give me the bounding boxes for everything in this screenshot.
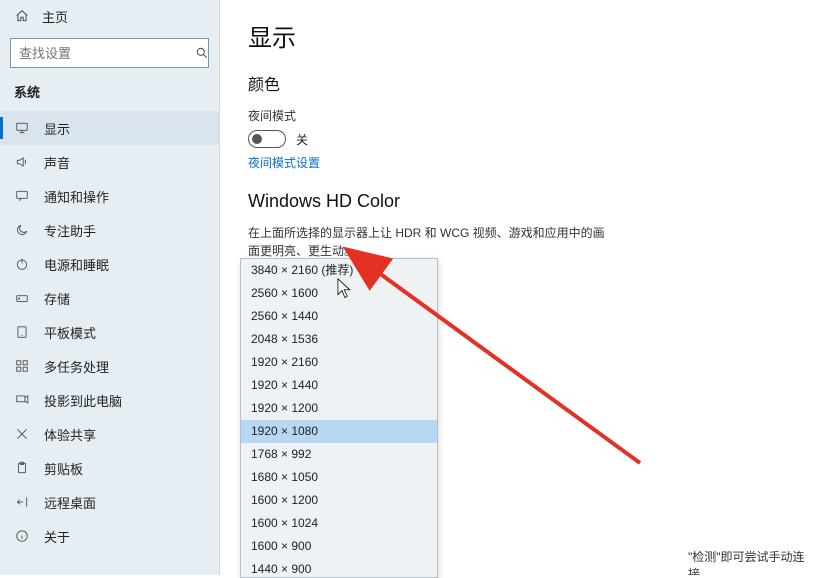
home-link[interactable]: 主页 — [0, 0, 219, 32]
resolution-option[interactable]: 1440 × 900 — [241, 558, 437, 578]
sidebar-item-label: 投影到此电脑 — [44, 391, 122, 410]
night-mode-label: 夜间模式 — [248, 107, 790, 124]
resolution-option[interactable]: 1920 × 1080 — [241, 420, 437, 443]
sidebar-item-label: 关于 — [44, 527, 70, 546]
sidebar-item-sound[interactable]: 声音 — [0, 145, 219, 179]
sidebar-item-label: 存储 — [44, 289, 70, 308]
tablet-icon — [14, 325, 30, 339]
sidebar-item-display[interactable]: 显示 — [0, 111, 219, 145]
sidebar-item-clipboard[interactable]: 剪贴板 — [0, 451, 219, 485]
power-icon — [14, 257, 30, 271]
sidebar-item-focus[interactable]: 专注助手 — [0, 213, 219, 247]
resolution-option[interactable]: 3840 × 2160 (推荐) — [241, 259, 437, 282]
sidebar-item-shared[interactable]: 体验共享 — [0, 417, 219, 451]
sidebar-item-remote[interactable]: 远程桌面 — [0, 485, 219, 519]
monitor-icon — [14, 121, 30, 135]
search-field[interactable] — [19, 46, 195, 61]
sidebar-item-power[interactable]: 电源和睡眠 — [0, 247, 219, 281]
sidebar-item-label: 通知和操作 — [44, 187, 109, 206]
share-icon — [14, 427, 30, 441]
sidebar-item-storage[interactable]: 存储 — [0, 281, 219, 315]
sidebar-item-label: 专注助手 — [44, 221, 96, 240]
speaker-icon — [14, 155, 30, 169]
section-color-heading: 颜色 — [248, 71, 790, 95]
resolution-option[interactable]: 1920 × 1200 — [241, 397, 437, 420]
sidebar-item-multitask[interactable]: 多任务处理 — [0, 349, 219, 383]
sidebar-item-notify[interactable]: 通知和操作 — [0, 179, 219, 213]
resolution-option[interactable]: 1768 × 992 — [241, 443, 437, 466]
sidebar-item-label: 显示 — [44, 119, 70, 138]
sidebar: 主页 系统 显示声音通知和操作专注助手电源和睡眠存储平板模式多任务处理投影到此电… — [0, 0, 220, 575]
drive-icon — [14, 291, 30, 305]
sidebar-item-about[interactable]: 关于 — [0, 519, 219, 553]
section-hdcolor-heading: Windows HD Color — [248, 191, 790, 212]
message-icon — [14, 189, 30, 203]
resolution-option[interactable]: 1920 × 2160 — [241, 351, 437, 374]
night-mode-settings-link[interactable]: 夜间模式设置 — [248, 154, 320, 171]
sidebar-item-label: 远程桌面 — [44, 493, 96, 512]
moon-icon — [14, 223, 30, 237]
sidebar-item-label: 剪贴板 — [44, 459, 83, 478]
resolution-option[interactable]: 1600 × 900 — [241, 535, 437, 558]
multitask-icon — [14, 359, 30, 373]
clipboard-icon — [14, 461, 30, 475]
resolution-option[interactable]: 2560 × 1440 — [241, 305, 437, 328]
sidebar-item-label: 多任务处理 — [44, 357, 109, 376]
resolution-option[interactable]: 1600 × 1024 — [241, 512, 437, 535]
hdcolor-description: 在上面所选择的显示器上让 HDR 和 WCG 视频、游戏和应用中的画面更明亮、更… — [248, 224, 608, 260]
page-title: 显示 — [248, 18, 790, 53]
settings-window: 主页 系统 显示声音通知和操作专注助手电源和睡眠存储平板模式多任务处理投影到此电… — [0, 0, 818, 575]
resolution-dropdown[interactable]: 3840 × 2160 (推荐)2560 × 16002560 × 144020… — [240, 258, 438, 578]
night-mode-state: 关 — [296, 131, 308, 148]
sidebar-item-project[interactable]: 投影到此电脑 — [0, 383, 219, 417]
project-icon — [14, 393, 30, 407]
sidebar-item-label: 平板模式 — [44, 323, 96, 342]
sidebar-item-tablet[interactable]: 平板模式 — [0, 315, 219, 349]
detect-text-tail: "检测"即可尝试手动连接。 — [688, 548, 818, 575]
home-icon — [14, 9, 30, 23]
search-input[interactable] — [10, 38, 209, 68]
sidebar-item-label: 体验共享 — [44, 425, 96, 444]
resolution-option[interactable]: 1680 × 1050 — [241, 466, 437, 489]
category-label: 系统 — [0, 76, 219, 111]
sidebar-item-label: 电源和睡眠 — [44, 255, 109, 274]
remote-icon — [14, 495, 30, 509]
sidebar-nav: 显示声音通知和操作专注助手电源和睡眠存储平板模式多任务处理投影到此电脑体验共享剪… — [0, 111, 219, 575]
info-icon — [14, 529, 30, 543]
resolution-option[interactable]: 2048 × 1536 — [241, 328, 437, 351]
night-mode-toggle[interactable] — [248, 130, 286, 148]
home-label: 主页 — [42, 7, 68, 26]
search-icon — [195, 46, 209, 60]
resolution-option[interactable]: 1920 × 1440 — [241, 374, 437, 397]
resolution-option[interactable]: 1600 × 1200 — [241, 489, 437, 512]
sidebar-item-label: 声音 — [44, 153, 70, 172]
resolution-option[interactable]: 2560 × 1600 — [241, 282, 437, 305]
